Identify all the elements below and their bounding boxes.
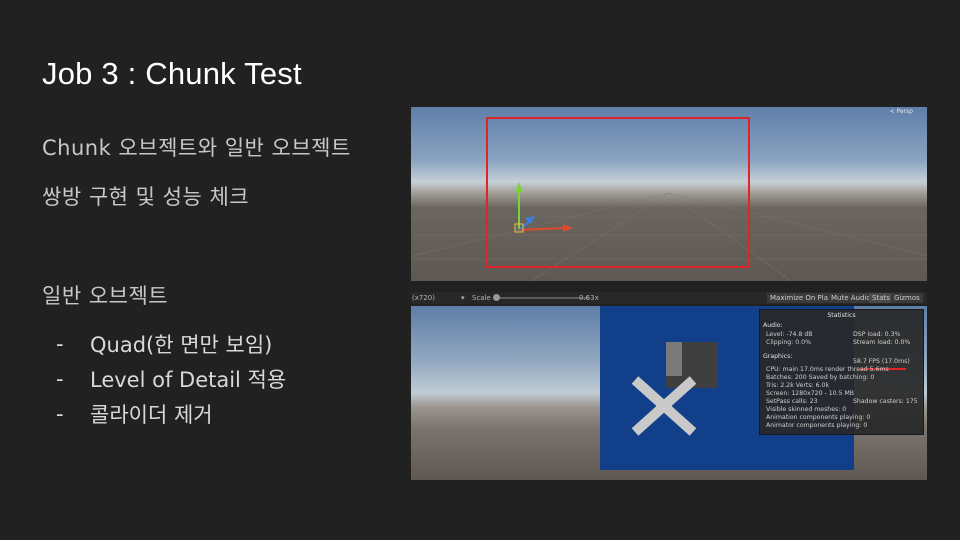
scale-label: Scale bbox=[472, 294, 491, 302]
bullet-list: - Quad(한 면만 보임) - Level of Detail 적용 - 콜라이더… bbox=[56, 326, 286, 431]
fps-value: 58.7 FPS (17.0ms) bbox=[853, 358, 910, 365]
tris-verts: Tris: 2.2k Verts: 6.0k bbox=[766, 382, 830, 389]
move-gizmo-icon bbox=[514, 182, 573, 233]
section-heading: 일반 오브젝트 bbox=[42, 284, 169, 308]
dropdown-arrow-icon[interactable]: ▾ bbox=[461, 294, 465, 302]
shadow-casters: Shadow casters: 175 bbox=[853, 398, 918, 405]
game-view-screenshot: Statistics Audio: Level: -74.8 dB DSP lo… bbox=[411, 306, 927, 480]
audio-clipping: Clipping: 0.0% bbox=[766, 339, 811, 346]
persp-label[interactable]: < Persp bbox=[890, 108, 913, 115]
intro-line-2: 쌍방 구현 및 성능 체크 bbox=[42, 185, 250, 209]
intro-line-1: Chunk 오브젝트와 일반 오브젝트 bbox=[42, 136, 351, 160]
scene-view-screenshot: < Persp bbox=[411, 107, 927, 281]
audio-level: Level: -74.8 dB bbox=[766, 331, 813, 338]
statistics-panel: Statistics Audio: Level: -74.8 dB DSP lo… bbox=[759, 309, 924, 435]
graphics-header: Graphics: bbox=[763, 353, 793, 360]
cpu-time: CPU: main 17.0ms render thread 5.6ms bbox=[766, 366, 889, 373]
audio-header: Audio: bbox=[763, 322, 783, 329]
stats-title: Statistics bbox=[827, 312, 856, 319]
scale-value: 0.63x bbox=[579, 294, 599, 302]
x-mark-icon bbox=[631, 376, 697, 436]
stream-load: Stream load: 0.0% bbox=[853, 339, 911, 346]
bullet-item: - 콜라이더 제거 bbox=[56, 401, 213, 427]
scale-slider-knob[interactable] bbox=[493, 294, 500, 301]
bullet-item: - Quad(한 면만 보임) bbox=[56, 331, 273, 357]
setpass-calls: SetPass calls: 23 bbox=[766, 398, 818, 405]
bullet-item: - Level of Detail 적용 bbox=[56, 366, 287, 392]
game-view-toolbar: (x720) ▾ Scale 0.63x Maximize On Play Mu… bbox=[411, 292, 927, 304]
mute-audio-button[interactable]: Mute Audio bbox=[828, 293, 874, 303]
dsp-load: DSP load: 0.3% bbox=[853, 331, 901, 338]
gizmos-button[interactable]: Gizmos bbox=[891, 293, 923, 303]
scale-slider[interactable] bbox=[493, 297, 589, 299]
slide-title: Job 3 : Chunk Test bbox=[42, 56, 302, 91]
stats-button[interactable]: Stats bbox=[869, 293, 893, 303]
screen-size: Screen: 1280x720 - 10.5 MB bbox=[766, 390, 855, 397]
skinned-meshes: Visible skinned meshes: 0 bbox=[766, 406, 847, 413]
batches: Batches: 200 Saved by batching: 0 bbox=[766, 374, 875, 381]
cube-face bbox=[666, 342, 682, 376]
maximize-on-play-button[interactable]: Maximize On Play bbox=[767, 293, 836, 303]
animation-components: Animation components playing: 0 bbox=[766, 414, 871, 421]
animator-components: Animator components playing: 0 bbox=[766, 422, 868, 429]
resolution-dropdown[interactable]: (x720) bbox=[412, 294, 435, 302]
